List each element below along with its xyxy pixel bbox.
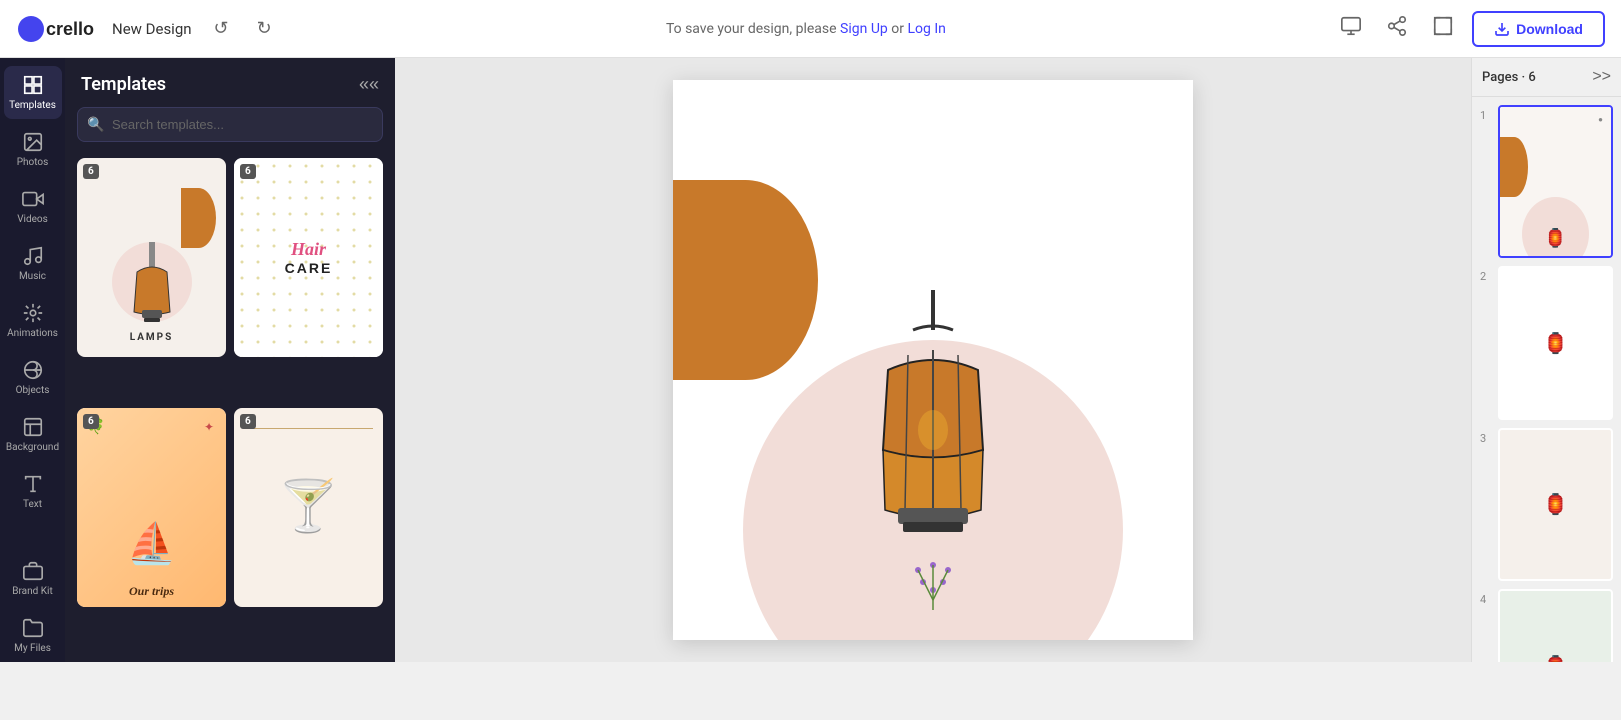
pages-panel: Pages · 6 >> 1 🏮 ●: [1471, 58, 1621, 662]
page-number-2: 2: [1480, 270, 1492, 283]
sidebar-music-label: Music: [19, 271, 46, 282]
undo-button[interactable]: ↺: [208, 14, 235, 43]
page-thumbnail-3[interactable]: 🏮: [1498, 428, 1613, 581]
pages-list: 1 🏮 ● 2 🏮: [1472, 97, 1621, 662]
sidebar-item-my-files[interactable]: My Files: [4, 609, 62, 662]
topbar-left: crello New Design ↺ ↻: [16, 14, 278, 44]
sidebar-my-files-label: My Files: [14, 643, 51, 654]
pages-header: Pages · 6 >>: [1472, 58, 1621, 97]
sidebar-videos-label: Videos: [17, 214, 48, 225]
page-thumb-3[interactable]: 3 🏮: [1480, 428, 1613, 581]
template-card-haircare[interactable]: 6 Hair CARE: [234, 158, 383, 357]
sidebar-item-brand-kit[interactable]: Brand Kit: [4, 552, 62, 605]
sidebar-item-text[interactable]: Text: [4, 465, 62, 518]
page-thumbnail-1[interactable]: 🏮 ●: [1498, 105, 1613, 258]
icon-sidebar: Templates Photos Videos Music Animations…: [0, 58, 65, 662]
log-in-link[interactable]: Log In: [907, 21, 945, 37]
new-design-button[interactable]: New Design: [112, 20, 192, 38]
share-icon-button[interactable]: [1380, 9, 1414, 48]
download-button[interactable]: Download: [1472, 11, 1605, 47]
svg-text:crello: crello: [46, 19, 94, 39]
pages-title: Pages · 6: [1482, 70, 1536, 85]
template-badge: 6: [240, 414, 256, 429]
sidebar-templates-label: Templates: [9, 100, 56, 111]
template-card-trips[interactable]: 6 🍀 ✦ ⛵ Our trips: [77, 408, 226, 607]
sidebar-item-photos[interactable]: Photos: [4, 123, 62, 176]
page-number-4: 4: [1480, 593, 1492, 606]
page-number-1: 1: [1480, 109, 1492, 122]
sidebar-item-videos[interactable]: Videos: [4, 180, 62, 233]
canvas-background: [395, 58, 1471, 662]
templates-header: Templates ««: [65, 58, 395, 107]
page-thumbnail-2[interactable]: 🏮: [1498, 266, 1613, 419]
canvas-area: [395, 58, 1471, 662]
sidebar-photos-label: Photos: [17, 157, 49, 168]
sidebar-item-background[interactable]: Background: [4, 408, 62, 461]
present-icon-button[interactable]: [1334, 9, 1368, 48]
page-thumbnail-4[interactable]: 🏮: [1498, 589, 1613, 662]
sidebar-background-label: Background: [6, 442, 59, 453]
main-layout: Templates Photos Videos Music Animations…: [0, 58, 1621, 662]
search-input[interactable]: [77, 107, 383, 142]
sidebar-animations-label: Animations: [7, 328, 58, 339]
sidebar-text-label: Text: [23, 499, 42, 510]
template-badge: 6: [240, 164, 256, 179]
redo-button[interactable]: ↻: [251, 14, 278, 43]
template-card-lamps[interactable]: 6 LAMPS: [77, 158, 226, 357]
templates-panel: Templates «« 🔍 6: [65, 58, 395, 662]
topbar-right: Download: [1334, 9, 1605, 48]
search-icon: 🔍: [87, 117, 104, 133]
page-thumb-1[interactable]: 1 🏮 ●: [1480, 105, 1613, 258]
template-badge: 6: [83, 414, 99, 429]
sidebar-item-objects[interactable]: Objects: [4, 351, 62, 404]
page-thumb-4[interactable]: 4 🏮: [1480, 589, 1613, 662]
topbar-center: To save your design, please Sign Up or L…: [666, 21, 946, 37]
sidebar-brand-kit-label: Brand Kit: [12, 586, 52, 597]
canvas[interactable]: [673, 80, 1193, 640]
topbar: crello New Design ↺ ↻ To save your desig…: [0, 0, 1621, 58]
resize-icon-button[interactable]: [1426, 9, 1460, 48]
sidebar-item-music[interactable]: Music: [4, 237, 62, 290]
sign-up-link[interactable]: Sign Up: [840, 21, 888, 37]
search-box: 🔍: [77, 107, 383, 142]
templates-grid: 6 LAMPS: [65, 154, 395, 662]
sidebar-item-templates[interactable]: Templates: [4, 66, 62, 119]
pages-expand-button[interactable]: >>: [1592, 68, 1611, 86]
collapse-panel-button[interactable]: ««: [359, 74, 379, 95]
templates-title: Templates: [81, 74, 166, 95]
template-card-cocktail[interactable]: 6 🍸: [234, 408, 383, 607]
sidebar-item-animations[interactable]: Animations: [4, 294, 62, 347]
template-badge: 6: [83, 164, 99, 179]
sidebar-objects-label: Objects: [16, 385, 50, 396]
page-thumb-2[interactable]: 2 🏮: [1480, 266, 1613, 419]
crello-logo[interactable]: crello: [16, 14, 96, 44]
page-number-3: 3: [1480, 432, 1492, 445]
